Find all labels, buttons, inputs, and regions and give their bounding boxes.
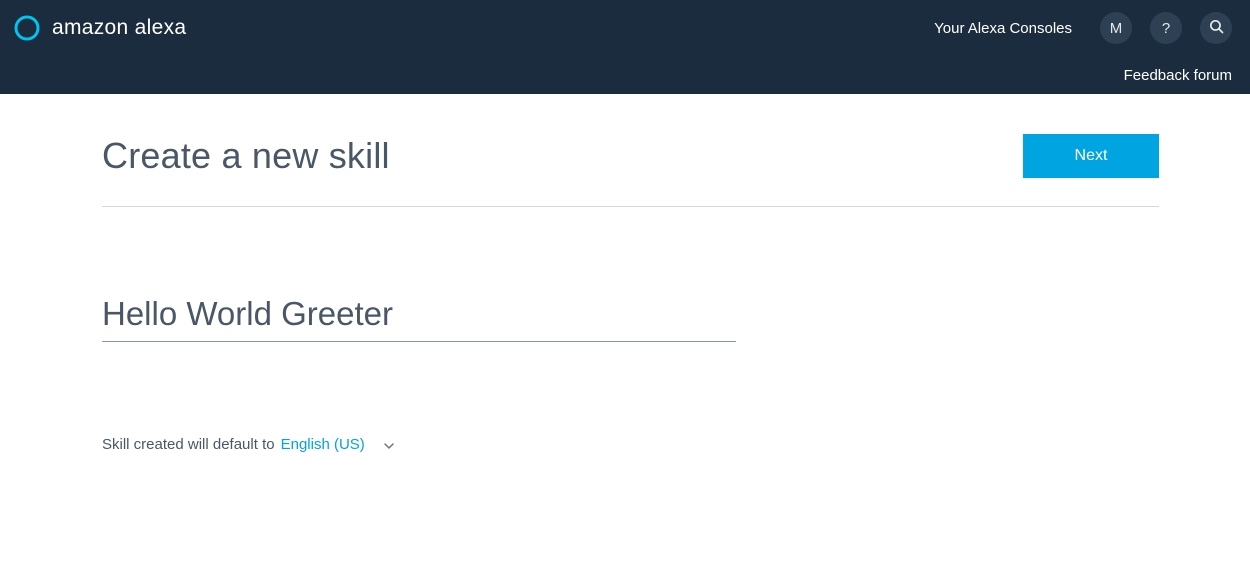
language-selected-value: English (US) <box>281 436 365 453</box>
logo[interactable]: amazon alexa <box>14 15 186 41</box>
feedback-forum-link[interactable]: Feedback forum <box>1124 67 1232 84</box>
chevron-down-icon <box>383 439 395 451</box>
search-button[interactable] <box>1200 12 1232 44</box>
logo-text: amazon alexa <box>52 16 186 40</box>
help-button[interactable]: ? <box>1150 12 1182 44</box>
skill-name-input[interactable] <box>102 291 736 342</box>
language-prefix-label: Skill created will default to <box>102 436 275 453</box>
next-button[interactable]: Next <box>1023 134 1159 178</box>
language-dropdown[interactable]: English (US) <box>281 436 395 453</box>
skill-name-section <box>102 291 1159 342</box>
main-content: Create a new skill Next Skill created wi… <box>102 94 1159 453</box>
header-icon-group: M ? <box>1100 12 1232 44</box>
question-mark-icon: ? <box>1162 20 1170 37</box>
language-row: Skill created will default to English (U… <box>102 436 1159 453</box>
your-alexa-consoles-link[interactable]: Your Alexa Consoles <box>934 20 1072 37</box>
avatar-letter: M <box>1110 20 1123 37</box>
alexa-ring-icon <box>14 15 40 41</box>
page-title: Create a new skill <box>102 135 390 177</box>
sub-header: Feedback forum <box>0 56 1250 94</box>
search-icon <box>1208 18 1225 39</box>
title-row: Create a new skill Next <box>102 134 1159 207</box>
account-avatar-button[interactable]: M <box>1100 12 1132 44</box>
top-header: amazon alexa Your Alexa Consoles M ? <box>0 0 1250 56</box>
